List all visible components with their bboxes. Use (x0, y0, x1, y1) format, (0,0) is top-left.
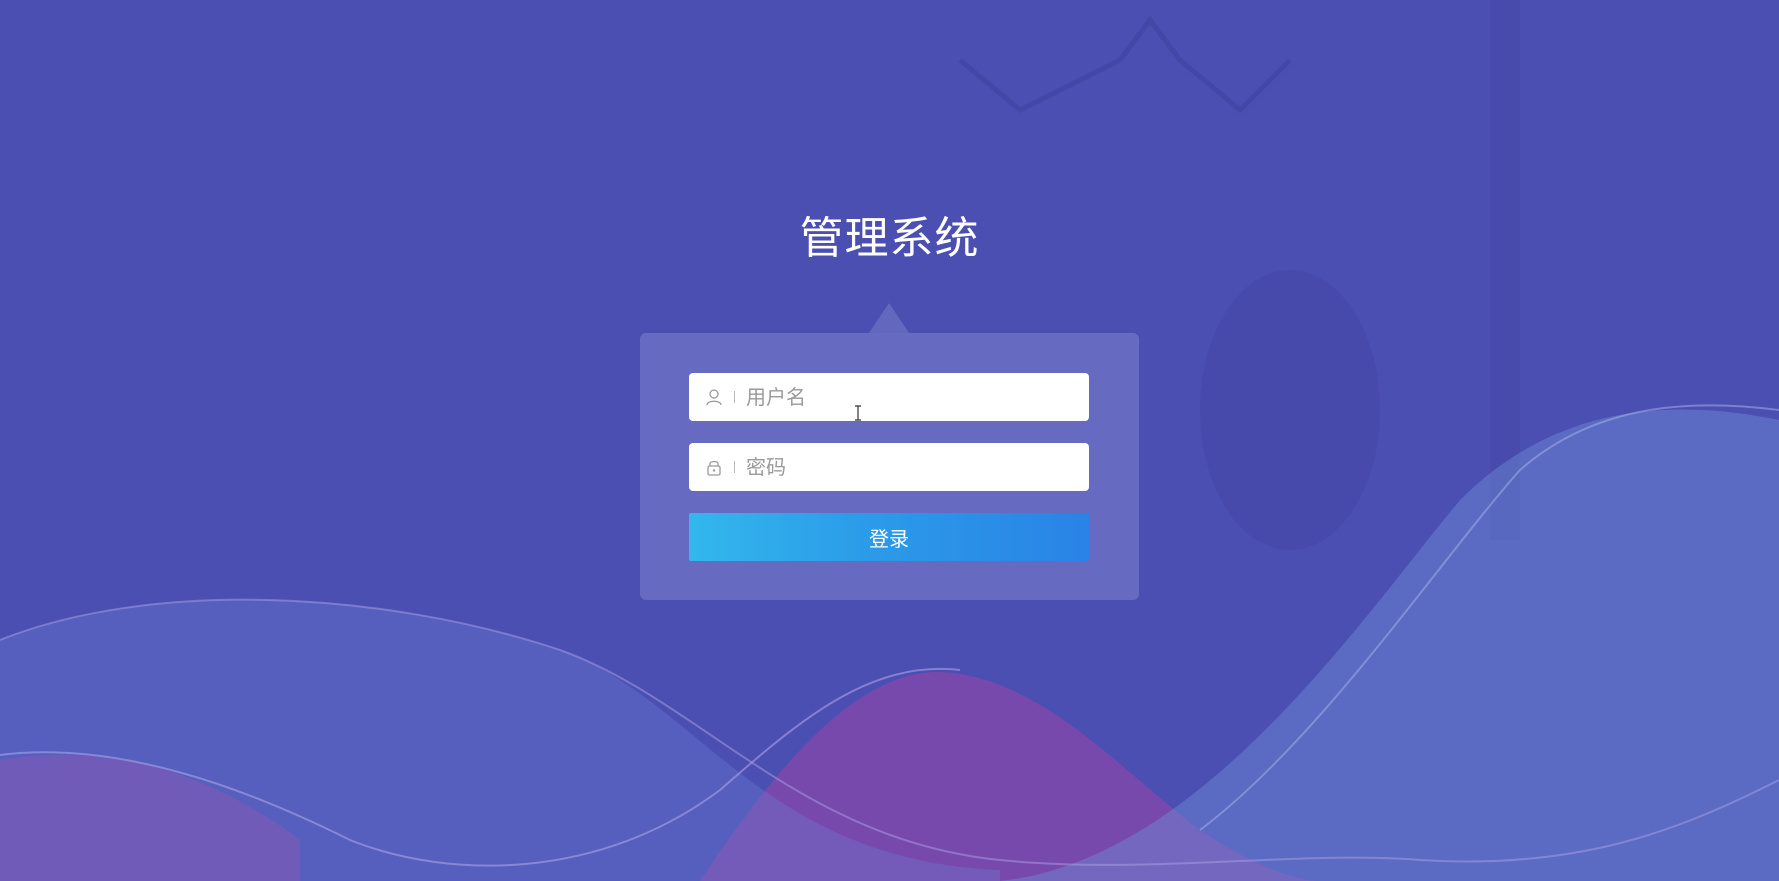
page-title: 管理系统 (799, 213, 980, 264)
password-field[interactable] (689, 443, 1089, 491)
password-input[interactable] (746, 447, 1066, 487)
lock-icon (704, 457, 724, 477)
field-separator (734, 461, 735, 473)
user-icon (704, 387, 724, 407)
login-button[interactable]: 登录 (689, 513, 1089, 561)
field-separator (734, 391, 735, 403)
username-field[interactable] (689, 373, 1089, 421)
username-input[interactable] (746, 377, 1066, 417)
text-cursor-icon (855, 405, 861, 421)
login-page: 管理系统 登录 (0, 0, 1779, 881)
panel-arrow (869, 303, 909, 333)
